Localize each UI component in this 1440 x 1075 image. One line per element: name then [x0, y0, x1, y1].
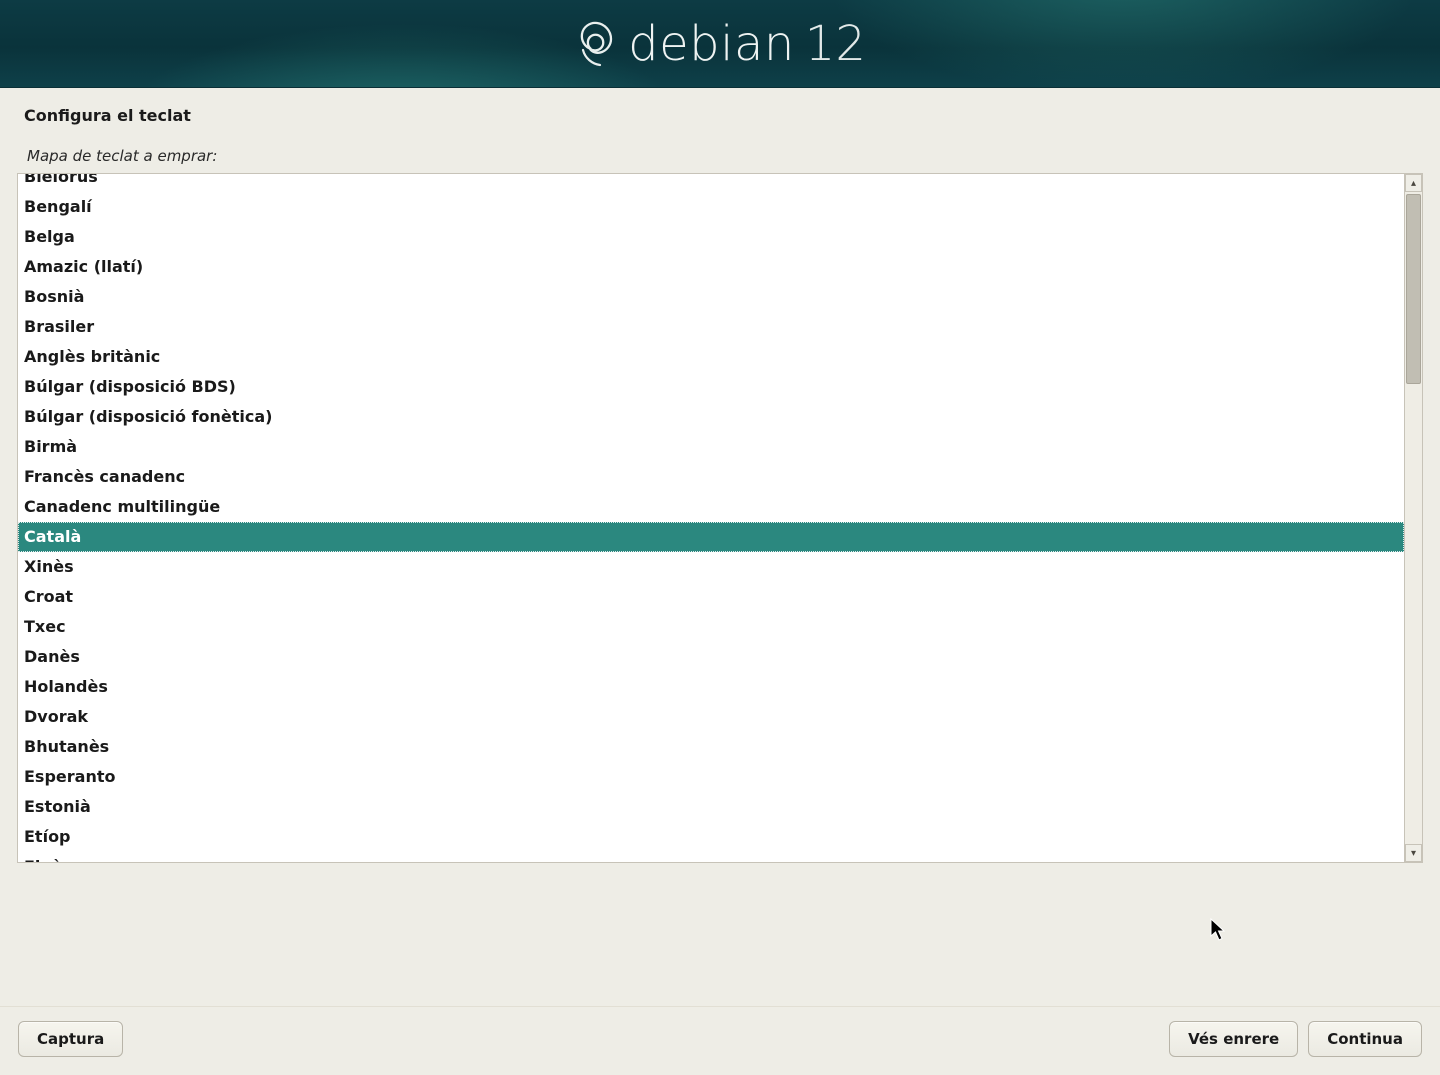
footer-bar: Captura Vés enrere Continua: [0, 1006, 1440, 1075]
brand-block: debian12: [574, 16, 866, 72]
list-item[interactable]: Amazic (llatí): [18, 252, 1404, 282]
list-item[interactable]: Birmà: [18, 432, 1404, 462]
list-item[interactable]: Bhutanès: [18, 732, 1404, 762]
scroll-thumb[interactable]: [1406, 194, 1421, 384]
keyboard-panel: Mapa de teclat a emprar: BielorúsBengalí…: [17, 137, 1423, 1006]
scroll-down-button[interactable]: ▾: [1405, 844, 1422, 862]
list-item[interactable]: Francès canadenc: [18, 462, 1404, 492]
list-item[interactable]: Dvorak: [18, 702, 1404, 732]
keymap-list[interactable]: BielorúsBengalíBelgaAmazic (llatí)Bosnià…: [17, 173, 1423, 863]
list-item[interactable]: Finès: [18, 852, 1404, 862]
page-title: Configura el teclat: [0, 88, 1440, 135]
brand-name: debian: [628, 16, 795, 72]
list-item[interactable]: Croat: [18, 582, 1404, 612]
list-item[interactable]: Etíop: [18, 822, 1404, 852]
screenshot-button[interactable]: Captura: [18, 1021, 123, 1057]
list-item[interactable]: Canadenc multilingüe: [18, 492, 1404, 522]
scrollbar-vertical[interactable]: ▴ ▾: [1404, 174, 1422, 862]
list-item[interactable]: Holandès: [18, 672, 1404, 702]
continue-button[interactable]: Continua: [1308, 1021, 1422, 1057]
list-item[interactable]: Estonià: [18, 792, 1404, 822]
brand-text-wrap: debian12: [628, 16, 866, 72]
back-button[interactable]: Vés enrere: [1169, 1021, 1298, 1057]
list-item[interactable]: Esperanto: [18, 762, 1404, 792]
list-item[interactable]: Danès: [18, 642, 1404, 672]
keymap-list-viewport: BielorúsBengalíBelgaAmazic (llatí)Bosnià…: [18, 174, 1404, 862]
list-item[interactable]: Txec: [18, 612, 1404, 642]
scroll-up-button[interactable]: ▴: [1405, 174, 1422, 192]
list-item[interactable]: Búlgar (disposició BDS): [18, 372, 1404, 402]
list-item[interactable]: Brasiler: [18, 312, 1404, 342]
list-item[interactable]: Anglès britànic: [18, 342, 1404, 372]
list-item[interactable]: Búlgar (disposició fonètica): [18, 402, 1404, 432]
list-item[interactable]: Xinès: [18, 552, 1404, 582]
debian-swirl-icon: [574, 20, 614, 68]
brand-version: 12: [805, 16, 866, 72]
scroll-track[interactable]: [1405, 192, 1422, 844]
main-panel: Configura el teclat Mapa de teclat a emp…: [0, 88, 1440, 1075]
list-item[interactable]: Bosnià: [18, 282, 1404, 312]
field-label-keymap: Mapa de teclat a emprar:: [17, 137, 1423, 173]
list-item[interactable]: Bielorús: [18, 174, 1404, 192]
installer-banner: debian12: [0, 0, 1440, 88]
list-item[interactable]: Bengalí: [18, 192, 1404, 222]
list-item[interactable]: Català: [18, 522, 1404, 552]
list-item[interactable]: Belga: [18, 222, 1404, 252]
